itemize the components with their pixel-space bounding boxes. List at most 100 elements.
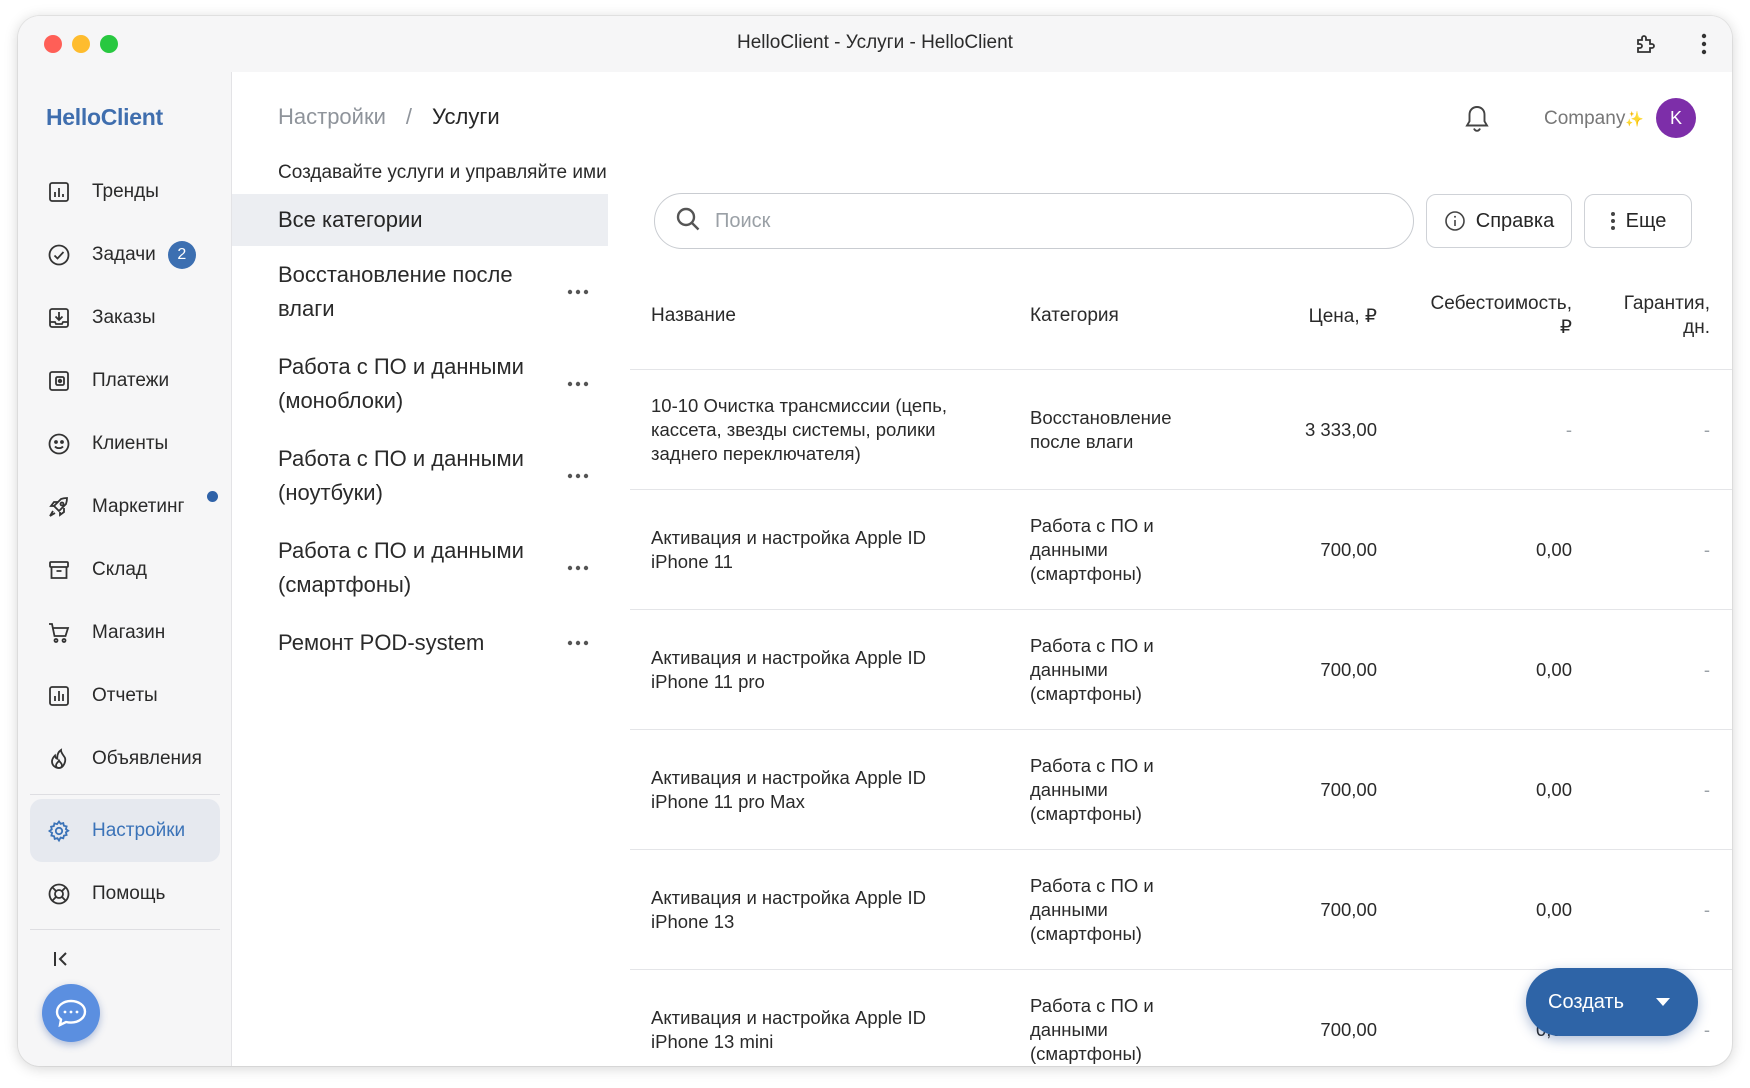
create-button-label: Создать bbox=[1548, 990, 1625, 1013]
service-warranty: - bbox=[1703, 419, 1710, 440]
service-category: Работа с ПО и данными (смартфоны) bbox=[1030, 995, 1154, 1064]
table-row[interactable]: Активация и настройка Apple ID iPhone 13… bbox=[630, 850, 1732, 970]
tasks-count-badge: 2 bbox=[167, 240, 196, 269]
category-item[interactable]: Восстановление после влаги bbox=[232, 246, 608, 338]
column-header-category[interactable]: Категория bbox=[1030, 305, 1119, 327]
column-header-name[interactable]: Название bbox=[651, 305, 736, 327]
sidebar-item-label: Маркетинг bbox=[92, 495, 185, 517]
category-label: Работа с ПО и данными (смартфоны) bbox=[278, 538, 524, 597]
category-label: Восстановление после влаги bbox=[278, 262, 513, 321]
table-row[interactable]: Активация и настройка Apple ID iPhone 11… bbox=[630, 610, 1732, 730]
inbox-download-icon bbox=[46, 305, 72, 331]
sidebar-item-shop[interactable]: Магазин bbox=[30, 601, 220, 664]
service-cost: 0,00 bbox=[1535, 539, 1572, 560]
category-all[interactable]: Все категории bbox=[232, 194, 608, 246]
category-item[interactable]: Ремонт POD-system bbox=[232, 614, 608, 672]
sidebar-item-orders[interactable]: Заказы bbox=[30, 286, 220, 349]
sidebar-item-trends[interactable]: Тренды bbox=[30, 160, 220, 223]
service-name: Активация и настройка Apple ID iPhone 13 bbox=[651, 887, 926, 932]
sidebar-item-label: Заказы bbox=[92, 306, 156, 328]
sidebar-item-label: Объявления bbox=[92, 747, 202, 769]
service-price: 3 333,00 bbox=[1304, 419, 1377, 440]
notification-dot bbox=[207, 491, 218, 502]
column-header-cost[interactable]: Себестоимость, ₽ bbox=[1422, 292, 1573, 340]
sidebar-item-ads[interactable]: Объявления bbox=[30, 727, 220, 790]
more-horizontal-icon[interactable] bbox=[564, 374, 592, 394]
service-cost: 0,00 bbox=[1535, 779, 1572, 800]
service-warranty: - bbox=[1703, 1019, 1710, 1040]
column-header-warranty[interactable]: Гарантия, дн. bbox=[1610, 292, 1710, 340]
chevron-down-icon[interactable] bbox=[1656, 998, 1670, 1006]
extensions-icon[interactable] bbox=[1632, 30, 1660, 58]
brand-logo[interactable]: HelloClient bbox=[46, 104, 163, 131]
service-price: 700,00 bbox=[1320, 659, 1377, 680]
company-switcher[interactable]: Company✨ bbox=[1544, 108, 1644, 130]
more-vertical-icon bbox=[1610, 211, 1616, 231]
service-warranty: - bbox=[1703, 779, 1710, 800]
rocket-icon bbox=[46, 494, 72, 520]
category-label: Работа с ПО и данными (ноутбуки) bbox=[278, 446, 524, 505]
service-cost: 0,00 bbox=[1535, 659, 1572, 680]
service-warranty: - bbox=[1703, 659, 1710, 680]
sidebar-item-label: Настройки bbox=[92, 819, 186, 841]
chart-icon bbox=[46, 179, 72, 205]
app-window: HelloClient - Услуги - HelloClient Hello… bbox=[18, 16, 1732, 1066]
breadcrumb-settings-link[interactable]: Настройки bbox=[278, 104, 386, 130]
sidebar-item-clients[interactable]: Клиенты bbox=[30, 412, 220, 475]
sidebar-item-help[interactable]: Помощь bbox=[30, 862, 220, 925]
more-horizontal-icon[interactable] bbox=[564, 282, 592, 302]
help-button[interactable]: Справка bbox=[1426, 194, 1572, 248]
table-row[interactable]: 10-10 Очистка трансмиссии (цепь, кассета… bbox=[630, 370, 1732, 490]
service-cost: 0,00 bbox=[1535, 899, 1572, 920]
sidebar-item-label: Задачи bbox=[92, 243, 156, 265]
category-item[interactable]: Работа с ПО и данными (ноутбуки) bbox=[232, 430, 608, 522]
sidebar-item-tasks[interactable]: Задачи 2 bbox=[30, 223, 220, 286]
sidebar-item-reports[interactable]: Отчеты bbox=[30, 664, 220, 727]
category-item[interactable]: Работа с ПО и данными (моноблоки) bbox=[232, 338, 608, 430]
chat-button[interactable] bbox=[42, 984, 100, 1042]
services-table: Название Категория Цена, ₽ Себестоимость… bbox=[630, 264, 1732, 1066]
category-label: Работа с ПО и данными (моноблоки) bbox=[278, 354, 524, 413]
category-item[interactable]: Работа с ПО и данными (смартфоны) bbox=[232, 522, 608, 614]
sidebar-item-label: Платежи bbox=[92, 369, 170, 391]
table-row[interactable]: Активация и настройка Apple ID iPhone 11… bbox=[630, 490, 1732, 610]
table-header: Название Категория Цена, ₽ Себестоимость… bbox=[630, 264, 1732, 370]
categories-list: Все категории Восстановление после влаги… bbox=[232, 194, 608, 672]
page-title: Услуги bbox=[432, 104, 500, 129]
user-avatar[interactable]: K bbox=[1656, 98, 1696, 138]
lifebuoy-icon bbox=[46, 881, 72, 907]
breadcrumb-separator: / bbox=[405, 104, 412, 129]
sidebar-item-warehouse[interactable]: Склад bbox=[30, 538, 220, 601]
more-horizontal-icon[interactable] bbox=[564, 466, 592, 486]
column-header-price[interactable]: Цена, ₽ bbox=[1309, 305, 1377, 328]
table-row[interactable]: Активация и настройка Apple ID iPhone 11… bbox=[630, 730, 1732, 850]
more-horizontal-icon[interactable] bbox=[564, 558, 592, 578]
sidebar-item-settings[interactable]: Настройки bbox=[30, 799, 220, 862]
sidebar-divider bbox=[30, 794, 220, 795]
sidebar-item-label: Тренды bbox=[92, 180, 159, 202]
sidebar-item-payments[interactable]: Платежи bbox=[30, 349, 220, 412]
more-horizontal-icon[interactable] bbox=[564, 633, 592, 653]
service-name: Активация и настройка Apple ID iPhone 11… bbox=[651, 647, 926, 692]
notifications-bell-icon[interactable] bbox=[1460, 102, 1494, 136]
report-icon bbox=[46, 683, 72, 709]
collapse-sidebar-icon[interactable] bbox=[46, 944, 76, 974]
service-price: 700,00 bbox=[1320, 899, 1377, 920]
create-button[interactable]: Создать bbox=[1526, 968, 1698, 1036]
service-warranty: - bbox=[1703, 899, 1710, 920]
more-button[interactable]: Еще bbox=[1584, 194, 1692, 248]
sidebar-item-marketing[interactable]: Маркетинг bbox=[30, 475, 220, 538]
search-input[interactable] bbox=[715, 209, 1365, 233]
more-vertical-icon[interactable] bbox=[1690, 30, 1718, 58]
window-title: HelloClient - Услуги - HelloClient bbox=[737, 32, 1013, 53]
company-name: Company bbox=[1544, 108, 1626, 129]
smile-icon bbox=[46, 431, 72, 457]
archive-box-icon bbox=[46, 557, 72, 583]
service-name: Активация и настройка Apple ID iPhone 11… bbox=[651, 767, 926, 812]
sidebar-item-label: Магазин bbox=[92, 621, 166, 643]
sidebar-item-label: Помощь bbox=[92, 882, 166, 904]
service-category: Работа с ПО и данными (смартфоны) bbox=[1030, 515, 1154, 584]
search-box[interactable] bbox=[654, 193, 1414, 249]
sparkle-icon: ✨ bbox=[1625, 111, 1645, 128]
gear-icon bbox=[46, 818, 72, 844]
